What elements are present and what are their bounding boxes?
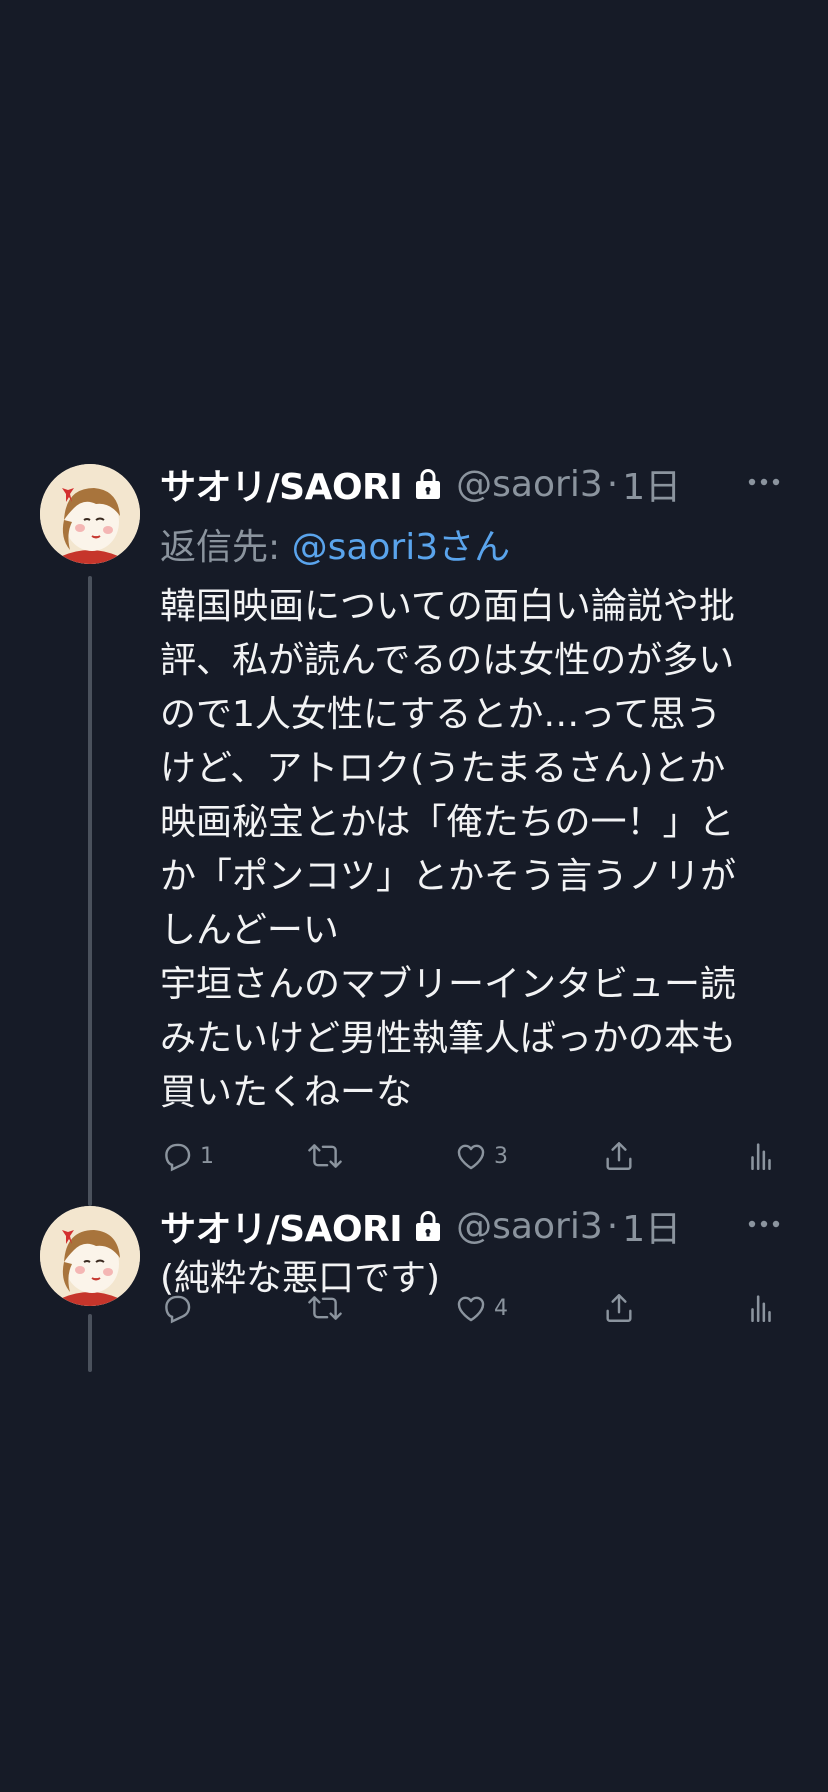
share-icon (606, 1142, 632, 1170)
timestamp[interactable]: 1日 (622, 458, 681, 510)
tweet-actions: 1 3 (160, 1134, 790, 1178)
reply-icon (165, 1143, 191, 1172)
tweet[interactable]: サオリ/SAORI @saori3 · 1日 返信先: @saori3さん 韓国… (0, 458, 828, 1206)
lock-icon (410, 1208, 446, 1244)
author-handle[interactable]: @saori3 (456, 1206, 603, 1247)
like-count: 4 (494, 1295, 508, 1321)
tweet[interactable]: サオリ/SAORI @saori3 · 1日 (純粋な悪口です) 4 (0, 1200, 828, 1378)
heart-icon (457, 1296, 485, 1322)
tweet-actions: 4 (160, 1286, 790, 1330)
timestamp[interactable]: 1日 (622, 1200, 681, 1252)
share-button[interactable] (602, 1134, 636, 1178)
avatar[interactable] (40, 464, 140, 564)
avatar-illustration (40, 1206, 140, 1306)
retweet-icon (308, 1296, 342, 1320)
share-icon (606, 1294, 632, 1322)
avatar-illustration (40, 464, 140, 564)
reply-count: 1 (200, 1143, 214, 1169)
reply-icon (165, 1295, 191, 1324)
more-options-button[interactable] (744, 462, 784, 502)
more-horizontal-icon (748, 478, 780, 486)
thread-connector-line (88, 576, 92, 1206)
reply-context: 返信先: @saori3さん (160, 518, 794, 570)
reply-prefix: 返信先: (160, 527, 281, 568)
more-horizontal-icon (748, 1220, 780, 1228)
tweet-header: サオリ/SAORI @saori3 · 1日 (160, 458, 794, 510)
separator-dot: · (606, 1205, 619, 1247)
like-count: 3 (494, 1143, 508, 1169)
retweet-icon (308, 1144, 342, 1168)
retweet-button[interactable] (308, 1134, 348, 1178)
analytics-icon (751, 1143, 771, 1171)
thread-connector-line (88, 1314, 92, 1372)
tweet-content: サオリ/SAORI @saori3 · 1日 返信先: @saori3さん 韓国… (160, 458, 794, 1120)
heart-icon (457, 1144, 485, 1170)
author-name[interactable]: サオリ/SAORI (160, 458, 403, 510)
avatar[interactable] (40, 1206, 140, 1306)
more-options-button[interactable] (744, 1204, 784, 1244)
views-button[interactable] (744, 1134, 778, 1178)
retweet-button[interactable] (308, 1286, 348, 1330)
lock-icon (410, 466, 446, 502)
tweet-text: 韓国映画についての面白い論説や批 評、私が読んでるのは女性のが多い ので1人女性… (160, 586, 737, 1113)
author-handle[interactable]: @saori3 (456, 464, 603, 505)
like-button[interactable]: 4 (454, 1286, 508, 1330)
views-button[interactable] (744, 1286, 778, 1330)
reply-button[interactable] (160, 1286, 200, 1330)
analytics-icon (751, 1295, 771, 1323)
share-button[interactable] (602, 1286, 636, 1330)
reply-mention-link[interactable]: @saori3さん (292, 527, 511, 568)
thread: サオリ/SAORI @saori3 · 1日 返信先: @saori3さん 韓国… (0, 458, 828, 1378)
tweet-header: サオリ/SAORI @saori3 · 1日 (160, 1200, 794, 1252)
reply-button[interactable]: 1 (160, 1134, 214, 1178)
separator-dot: · (606, 463, 619, 505)
like-button[interactable]: 3 (454, 1134, 508, 1178)
author-name[interactable]: サオリ/SAORI (160, 1200, 403, 1252)
